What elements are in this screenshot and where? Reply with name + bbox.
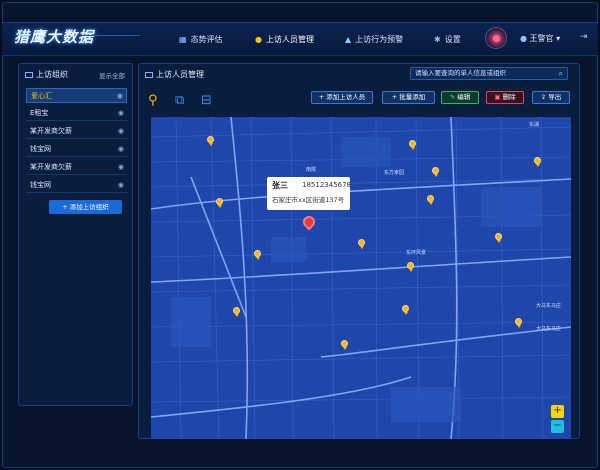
- people-icon: ●: [255, 34, 262, 44]
- delete-label: 删除: [502, 93, 516, 101]
- map-view[interactable]: 南院 东方家园 东湖 东环风景 大马东马庄 大马东马庄 + −: [151, 117, 571, 439]
- petitioner-map-pin[interactable]: [409, 140, 416, 150]
- petitioner-map-pin[interactable]: [427, 195, 434, 205]
- org-label: 某开发商欠薪: [30, 127, 72, 135]
- delete-icon: ▣: [494, 93, 501, 101]
- add-petitioner-button[interactable]: + 添加上访人员: [311, 91, 373, 104]
- search-placeholder: 请输入要查询的单人信息或组织: [415, 69, 506, 77]
- inbox-tool-icon[interactable]: ⊟: [201, 93, 212, 108]
- petitioner-map-pin[interactable]: [495, 233, 502, 243]
- popup-address: 石家庄市xx区街道137号: [272, 196, 345, 204]
- edit-label: 编辑: [457, 93, 471, 101]
- map-streets: 南院 东方家园 东湖 东环风景 大马东马庄 大马东马庄: [151, 117, 571, 439]
- petitioner-map-pin[interactable]: [515, 318, 522, 328]
- user-icon: ●: [520, 34, 527, 43]
- map-place-label: 东环风景: [406, 249, 426, 256]
- search-input[interactable]: 请输入要查询的单人信息或组织 ⌕: [410, 67, 568, 80]
- export-label: 导出: [548, 93, 562, 101]
- petitioner-map-pin[interactable]: [216, 198, 223, 208]
- org-item[interactable]: 某开发商欠薪 ◉: [26, 160, 127, 175]
- petitioner-map-pin[interactable]: [358, 239, 365, 249]
- org-panel: 上访组织 显示全部 爱心汇 ◉ E租宝 ◉ 某开发商欠薪 ◉ 钱宝网 ◉ 某开发商欠薪 ◉…: [18, 63, 133, 406]
- edit-button[interactable]: ✎ 编辑: [441, 91, 479, 104]
- show-all-link[interactable]: 显示全部: [99, 70, 125, 80]
- petitioner-info-popup: 张三 18512345678 石家庄市xx区街道137号: [267, 177, 351, 210]
- eye-icon[interactable]: ◉: [118, 160, 124, 175]
- top-bar: 猎鹰大数据 ▦ 态势评估 ● 上访人员管理 ▲ 上访行为预警 ✱ 设置 ● 王警…: [2, 22, 598, 56]
- eye-icon[interactable]: ◉: [118, 142, 124, 157]
- camera-tool-icon[interactable]: ⧉: [175, 93, 184, 108]
- popup-phone: 18512345678: [302, 181, 351, 189]
- org-label: 某开发商欠薪: [30, 163, 72, 171]
- petitioner-map-pin[interactable]: [534, 157, 541, 167]
- map-place-label: 东方家园: [384, 169, 404, 176]
- eye-icon[interactable]: ◉: [118, 106, 124, 121]
- gear-icon: ✱: [434, 34, 441, 44]
- edit-icon: ✎: [449, 93, 456, 101]
- nav-label: 上访人员管理: [265, 34, 314, 44]
- export-button[interactable]: ⇪ 导出: [532, 91, 570, 104]
- org-item[interactable]: 钱宝网 ◉: [26, 142, 127, 157]
- alert-icon: ▲: [345, 34, 352, 44]
- nav-petitioner-management[interactable]: ● 上访人员管理: [255, 23, 314, 55]
- nav-label: 设置: [444, 34, 461, 44]
- petitioner-map-pin[interactable]: [207, 136, 214, 146]
- org-label: E租宝: [30, 109, 49, 117]
- map-place-label: 南院: [306, 166, 316, 173]
- eye-icon[interactable]: ◉: [118, 124, 124, 139]
- logout-icon[interactable]: ⇥: [580, 32, 588, 42]
- eye-icon[interactable]: ◉: [117, 89, 123, 104]
- nav-label: 态势评估: [190, 34, 223, 44]
- map-place-label: 大马东马庄: [536, 325, 561, 332]
- map-place-label: 大马东马庄: [536, 302, 561, 309]
- petitioner-map-pin[interactable]: [407, 262, 414, 272]
- chart-icon: ▦: [179, 34, 187, 44]
- export-icon: ⇪: [540, 93, 547, 101]
- chevron-down-icon: ▾: [556, 34, 561, 43]
- panel-title-text: 上访人员管理: [156, 70, 204, 79]
- petitioner-map-pin[interactable]: [254, 250, 261, 260]
- petitioner-map-pin[interactable]: [233, 307, 240, 317]
- panel-title-text: 上访组织: [36, 70, 68, 79]
- batch-add-button[interactable]: + 批量添加: [382, 91, 435, 104]
- alarm-light-icon: [492, 34, 500, 42]
- zoom-in-button[interactable]: +: [551, 405, 564, 418]
- location-pin-tool-icon[interactable]: ⚲: [148, 93, 158, 108]
- org-item[interactable]: 某开发商欠薪 ◉: [26, 124, 127, 139]
- delete-button[interactable]: ▣ 删除: [486, 91, 524, 104]
- petitioner-map-pin[interactable]: [402, 305, 409, 315]
- eye-icon[interactable]: ◉: [118, 178, 124, 193]
- panel-title: 上访人员管理: [145, 69, 204, 80]
- logo-decoration: [80, 35, 140, 41]
- petitioner-map-pin[interactable]: [341, 340, 348, 350]
- nav-situation-assessment[interactable]: ▦ 态势评估: [179, 23, 223, 55]
- search-icon[interactable]: ⌕: [559, 68, 563, 79]
- org-item[interactable]: E租宝 ◉: [26, 106, 127, 121]
- nav-behavior-warning[interactable]: ▲ 上访行为预警: [345, 23, 403, 55]
- org-label: 钱宝网: [30, 145, 51, 153]
- org-label: 爱心汇: [31, 92, 52, 100]
- org-label: 钱宝网: [30, 181, 51, 189]
- notification-indicator[interactable]: [485, 27, 507, 49]
- map-place-label: 东湖: [529, 121, 539, 128]
- user-name: 王警官: [529, 34, 554, 43]
- user-menu[interactable]: ● 王警官 ▾: [520, 33, 560, 44]
- org-item[interactable]: 爱心汇 ◉: [26, 88, 127, 103]
- add-org-button[interactable]: + 添加上访组织: [49, 200, 122, 214]
- nav-settings[interactable]: ✱ 设置: [434, 23, 461, 55]
- org-item[interactable]: 钱宝网 ◉: [26, 178, 127, 193]
- panel-title-icon: [145, 71, 153, 78]
- zoom-out-button[interactable]: −: [551, 420, 564, 433]
- petitioner-map-pin[interactable]: [432, 167, 439, 177]
- panel-title-icon: [25, 71, 33, 78]
- panel-title: 上访组织: [25, 69, 68, 80]
- nav-label: 上访行为预警: [355, 34, 404, 44]
